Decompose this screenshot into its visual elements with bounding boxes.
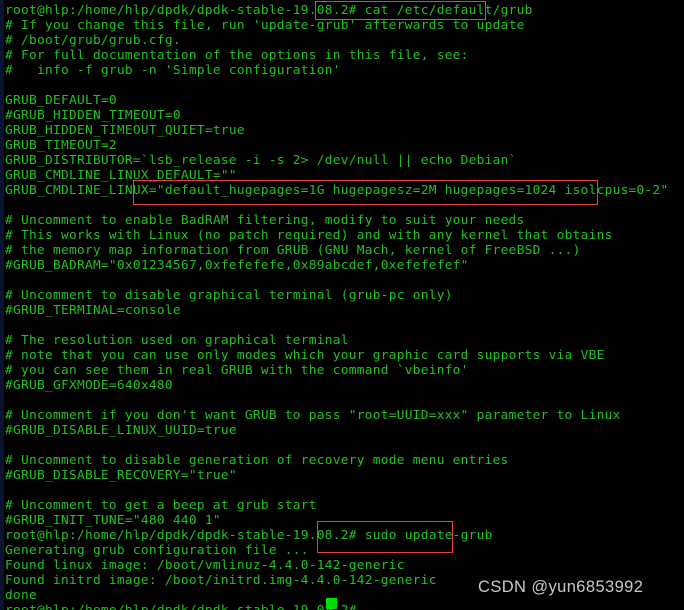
terminal-line: GRUB_DEFAULT=0 (5, 93, 117, 108)
csdn-watermark: CSDN @yun6853992 (478, 578, 644, 596)
terminal-line: # info -f grub -n 'Simple configuration' (5, 63, 341, 78)
terminal-line: root@hlp:/home/hlp/dpdk/dpdk-stable-19.0… (5, 528, 493, 543)
terminal-line: GRUB_DISTRIBUTOR=`lsb_release -i -s 2> /… (5, 153, 517, 168)
terminal-line: Found linux image: /boot/vmlinuz-4.4.0-1… (5, 558, 405, 573)
terminal-line: # Uncomment to get a beep at grub start (5, 498, 317, 513)
terminal-line: # If you change this file, run 'update-g… (5, 18, 525, 33)
terminal-line: # The resolution used on graphical termi… (5, 333, 349, 348)
terminal-output[interactable]: root@hlp:/home/hlp/dpdk/dpdk-stable-19.0… (0, 0, 684, 610)
terminal-left-edge (0, 0, 4, 610)
terminal-line: GRUB_HIDDEN_TIMEOUT_QUIET=true (5, 123, 245, 138)
terminal-line: # Uncomment to disable graphical termina… (5, 288, 453, 303)
terminal-line: #GRUB_GFXMODE=640x480 (5, 378, 173, 393)
terminal-cursor (326, 598, 337, 609)
terminal-line: # you can see them in real GRUB with the… (5, 363, 469, 378)
terminal-line: root@hlp:/home/hlp/dpdk/dpdk-stable-19.0… (5, 3, 533, 18)
terminal-line: #GRUB_DISABLE_LINUX_UUID=true (5, 423, 237, 438)
terminal-line: #GRUB_HIDDEN_TIMEOUT=0 (5, 108, 181, 123)
terminal-prompt-line: root@hlp:/home/hlp/dpdk/dpdk-stable-19.0… (5, 603, 684, 610)
terminal-line: #GRUB_DISABLE_RECOVERY="true" (5, 468, 237, 483)
terminal-line: # Uncomment to disable generation of rec… (5, 453, 509, 468)
terminal-line: GRUB_CMDLINE_LINUX_DEFAULT="" (5, 168, 237, 183)
terminal-line: # note that you can use only modes which… (5, 348, 605, 363)
terminal-line: GRUB_CMDLINE_LINUX="default_hugepages=1G… (5, 183, 669, 198)
terminal-line: # This works with Linux (no patch requir… (5, 228, 613, 243)
terminal-line: #GRUB_INIT_TUNE="480 440 1" (5, 513, 221, 528)
terminal-line: #GRUB_TERMINAL=console (5, 303, 181, 318)
terminal-line: # Uncomment to enable BadRAM filtering, … (5, 213, 525, 228)
terminal-line: Generating grub configuration file ... (5, 543, 309, 558)
terminal-line: #GRUB_BADRAM="0x01234567,0xfefefefe,0x89… (5, 258, 469, 273)
terminal-line: # Uncomment if you don't want GRUB to pa… (5, 408, 621, 423)
terminal-line: # /boot/grub/grub.cfg. (5, 33, 181, 48)
terminal-window[interactable]: root@hlp:/home/hlp/dpdk/dpdk-stable-19.0… (0, 0, 684, 610)
terminal-line: GRUB_TIMEOUT=2 (5, 138, 117, 153)
terminal-line: # the memory map information from GRUB (… (5, 243, 581, 258)
terminal-line: # For full documentation of the options … (5, 48, 469, 63)
